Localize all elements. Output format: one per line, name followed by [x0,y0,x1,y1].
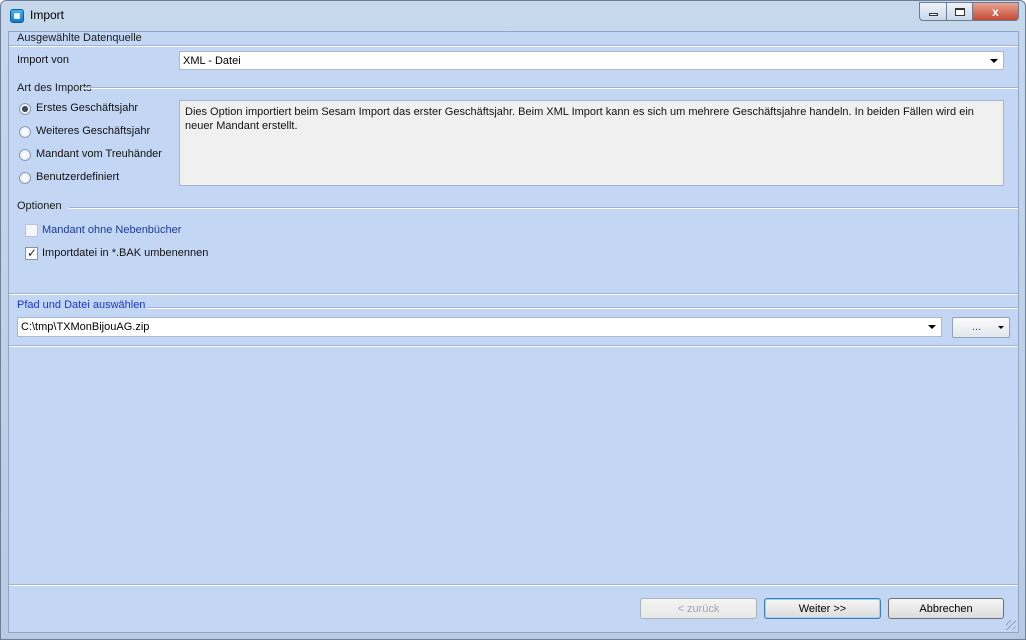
radio-custom[interactable] [19,172,31,184]
window-title: Import [30,8,65,22]
chevron-down-icon [990,59,998,63]
maximize-button[interactable] [946,2,972,21]
import-type-description: Dies Option importiert beim Sesam Import… [179,100,1004,186]
datasource-group-title: Ausgewählte Datenquelle [17,32,142,44]
path-file-value: C:\tmp\TXMonBijouAG.zip [21,321,150,333]
options-group-title: Optionen [17,200,62,212]
group-divider [9,46,1018,47]
group-divider [83,88,1018,89]
path-group-title: Pfad und Datei auswählen [17,299,146,311]
group-divider [9,294,1018,295]
radio-first-fiscal-year-label[interactable]: Erstes Geschäftsjahr [36,102,138,114]
chevron-down-icon [998,326,1004,329]
checkbox-rename-to-bak-label[interactable]: Importdatei in *.BAK umbenennen [42,247,208,259]
datasource-group: Ausgewählte Datenquelle Import von XML -… [9,32,1018,80]
close-icon: x [992,4,999,19]
radio-custom-label[interactable]: Benutzerdefiniert [36,171,119,183]
window-controls: x [919,2,1019,21]
group-divider [147,308,1018,309]
import-source-combo[interactable]: XML - Datei [179,51,1004,70]
radio-further-fiscal-year[interactable] [19,126,31,138]
minimize-icon [928,13,938,16]
radio-further-fiscal-year-label[interactable]: Weiteres Geschäftsjahr [36,125,150,137]
radio-client-from-trustee[interactable] [19,149,31,161]
import-source-value: XML - Datei [183,54,241,67]
radio-first-fiscal-year[interactable] [19,103,31,115]
next-button[interactable]: Weiter >> [764,598,881,619]
footer-divider [9,584,1018,585]
checkbox-rename-to-bak[interactable] [25,246,38,260]
back-button[interactable]: < zurück [640,598,757,619]
minimize-button[interactable] [919,2,946,21]
import-window: Import x Ausgewählte Datenquelle Import … [0,0,1026,640]
radio-client-from-trustee-label[interactable]: Mandant vom Treuhänder [36,148,162,160]
group-divider [9,346,1018,347]
group-divider [69,208,1018,209]
import-from-label: Import von [17,54,69,66]
dialog-client-area: Ausgewählte Datenquelle Import von XML -… [8,31,1019,633]
path-file-combo[interactable]: C:\tmp\TXMonBijouAG.zip [17,317,942,337]
resize-grip-icon[interactable] [1006,620,1016,630]
maximize-icon [954,7,965,16]
browse-button-label: ... [972,321,982,333]
checkbox-client-without-subledgers[interactable] [25,224,38,237]
cancel-button[interactable]: Abbrechen [888,598,1004,619]
close-button[interactable]: x [972,2,1019,21]
import-type-group-title: Art des Imports [17,82,92,94]
title-bar[interactable]: Import x [1,1,1025,31]
checkbox-client-without-subledgers-label[interactable]: Mandant ohne Nebenbücher [42,224,181,236]
browse-button[interactable]: ... [952,317,1010,338]
chevron-down-icon [928,325,936,329]
import-app-icon [10,9,24,23]
